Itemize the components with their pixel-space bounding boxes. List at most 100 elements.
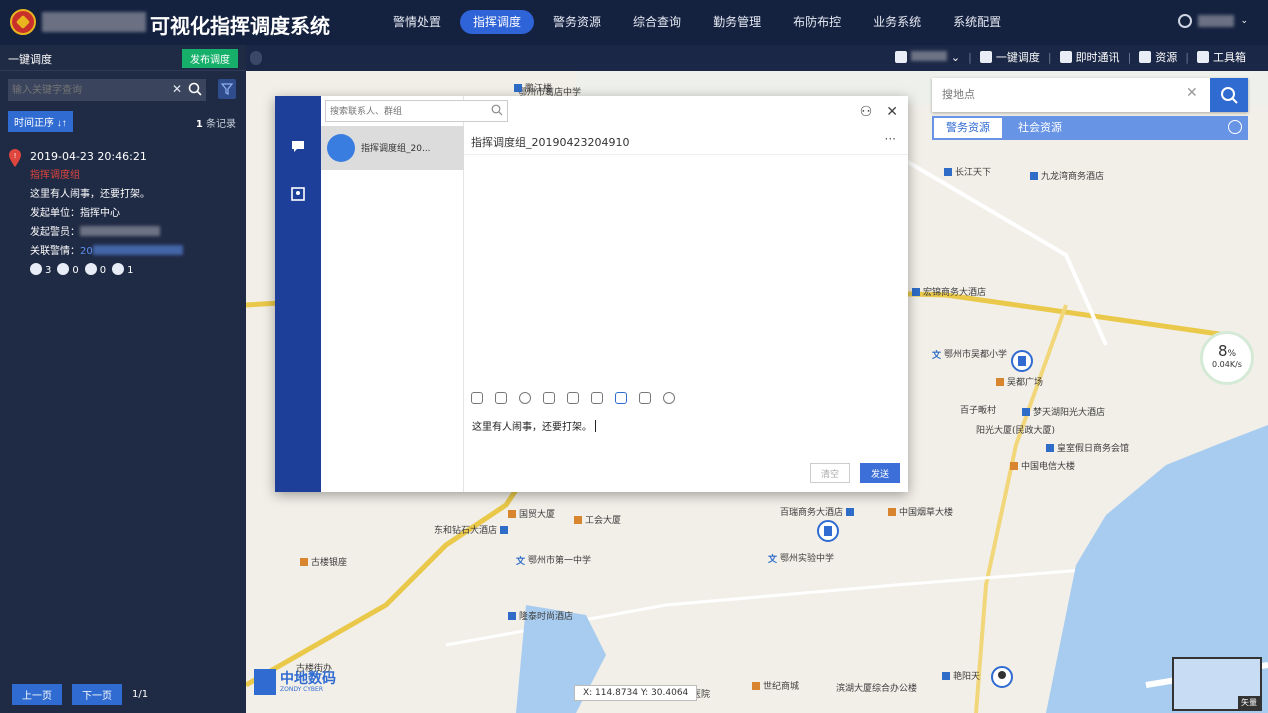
text-caret: [595, 420, 596, 432]
one-key-dispatch-tool[interactable]: 一键调度: [979, 49, 1040, 65]
search-icon[interactable]: [491, 104, 503, 116]
screenshot-icon[interactable]: [495, 392, 507, 404]
nav-item-duty-management[interactable]: 勤务管理: [700, 10, 774, 34]
zondy-mark-icon: [254, 669, 276, 695]
nav-item-business-system[interactable]: 业务系统: [860, 10, 934, 34]
map-label: 文鄂州市吴都小学: [932, 350, 1008, 361]
network-speed-gauge: 8% 0.04K/s: [1200, 331, 1254, 385]
add-member-icon[interactable]: ⚇: [860, 104, 873, 120]
basemap-label: 矢量: [1238, 696, 1260, 709]
nav-item-command-dispatch[interactable]: 指挥调度: [460, 10, 535, 34]
contact-search-input[interactable]: [326, 101, 476, 121]
place-search-button[interactable]: [1210, 78, 1248, 112]
sort-time-button[interactable]: 时间正序 ↓↑: [8, 111, 73, 132]
contact-name: 指挥调度组_20...: [361, 144, 431, 154]
hand-icon: [979, 51, 992, 63]
basemap-switcher[interactable]: 矢量: [1172, 657, 1262, 711]
location-pin-icon: !: [9, 149, 21, 167]
phone-icon[interactable]: [591, 392, 603, 404]
redacted-region: [42, 12, 146, 32]
panel-header: 一键调度 发布调度: [0, 45, 246, 71]
close-icon[interactable]: ✕: [886, 104, 898, 120]
conversation-title: 指挥调度组_20190423204910: [471, 136, 630, 149]
clear-button[interactable]: 清空: [810, 463, 850, 483]
place-search: ✕: [932, 78, 1248, 112]
tab-police-resources[interactable]: 警务资源: [934, 118, 1002, 138]
user-menu[interactable]: ⌄: [1178, 14, 1248, 28]
app-title: 可视化指挥调度系统: [150, 14, 330, 38]
prev-page-button[interactable]: 上一页: [12, 684, 62, 705]
record-count: 1 条记录: [196, 115, 236, 130]
map-label: 吴都广场: [996, 375, 1043, 388]
nav-item-alarm-handling[interactable]: 警情处置: [380, 10, 454, 34]
toolbox-tool[interactable]: 工具箱: [1197, 49, 1246, 65]
event-unit-value: 指挥中心: [80, 208, 120, 219]
stat-radio: 0: [84, 261, 106, 280]
clear-icon[interactable]: ✕: [1186, 85, 1198, 101]
event-unit-label: 发起单位：: [30, 208, 80, 219]
toolbox-icon: [1197, 51, 1209, 63]
event-case-link[interactable]: 20: [80, 246, 93, 257]
more-options-icon[interactable]: ···: [885, 132, 896, 146]
nav-item-police-resources[interactable]: 警务资源: [540, 10, 614, 34]
map-label: 百子畈村: [960, 406, 997, 416]
event-time: 2019-04-23 20:46:21: [30, 150, 147, 163]
contacts-icon[interactable]: [290, 186, 306, 202]
group-avatar-icon: [327, 134, 355, 162]
contact-item[interactable]: 指挥调度组_20...: [321, 126, 464, 170]
message-input-text: 这里有人闹事，还要打架。: [472, 422, 592, 433]
next-page-button[interactable]: 下一页: [72, 684, 122, 705]
dispatch-event-card[interactable]: ! 2019-04-23 20:46:21 指挥调度组 这里有人闹事，还要打架。…: [8, 147, 238, 280]
stat-officer: 1: [112, 261, 134, 280]
zondy-logo: 中地数码 ZONDY CYBER: [254, 669, 336, 695]
police-marker-icon[interactable]: [1010, 349, 1034, 373]
map-label: 皇室假日商务会馆: [1046, 441, 1129, 454]
map-toolbar: ⌄ | 一键调度 | 即时通讯 | 资源 | 工具箱: [246, 45, 1268, 71]
redacted-username: [1198, 15, 1235, 27]
nav-item-query[interactable]: 综合查询: [620, 10, 694, 34]
officer-icon: [112, 263, 125, 275]
clear-icon[interactable]: ✕: [172, 82, 182, 96]
keyword-search-input[interactable]: [8, 79, 168, 101]
main-nav: 警情处置 指挥调度 警务资源 综合查询 勤务管理 布防布控 业务系统 系统配置: [380, 10, 1020, 34]
chat-bubble-icon[interactable]: [290, 138, 306, 154]
resource-tool[interactable]: 资源: [1139, 49, 1177, 65]
map-label: 文鄂州实验中学: [768, 554, 835, 565]
airplane-icon[interactable]: [639, 392, 651, 404]
map-label: 宏锦商务大酒店: [912, 285, 986, 298]
tab-social-resources[interactable]: 社会资源: [1006, 116, 1074, 140]
nav-item-deployment[interactable]: 布防布控: [780, 10, 854, 34]
image-icon[interactable]: [543, 392, 555, 404]
org-selector[interactable]: ⌄: [895, 50, 960, 64]
map-label: 阳光大厦(民政大厦): [976, 426, 1056, 436]
map-label: 中国烟草大楼: [888, 505, 953, 518]
collapse-panel-button[interactable]: [250, 51, 262, 65]
cut-icon[interactable]: [567, 392, 579, 404]
place-search-input[interactable]: [940, 86, 1170, 104]
police-marker-icon[interactable]: [816, 519, 840, 543]
search-icon[interactable]: [188, 82, 202, 96]
record-count-value: 1: [195, 119, 203, 130]
close-circle-icon[interactable]: [1228, 120, 1242, 134]
send-button[interactable]: 发送: [860, 463, 900, 483]
contact-list: 指挥调度组_20...: [321, 96, 508, 492]
map-label: 国贸大厦: [508, 507, 555, 520]
resource-tabs: 警务资源 社会资源: [932, 116, 1248, 140]
map-label: 鹏江楼: [514, 81, 552, 94]
layers-icon: [1139, 51, 1152, 63]
voice-icon[interactable]: [663, 392, 675, 404]
filter-button[interactable]: [218, 79, 236, 99]
gauge-unit: %: [1227, 349, 1237, 359]
record-count-suffix: 条记录: [206, 119, 236, 130]
message-input[interactable]: 这里有人闹事，还要打架。: [472, 418, 596, 433]
officer-marker-icon[interactable]: [990, 665, 1014, 689]
instant-messaging-tool[interactable]: 即时通讯: [1059, 49, 1120, 65]
nav-item-system-config[interactable]: 系统配置: [940, 10, 1014, 34]
dispatch-panel: 一键调度 发布调度 ✕ 时间正序 ↓↑ 1 条记录 ! 2019-04-23 2…: [0, 45, 246, 713]
map-label: 中国电信大楼: [1010, 459, 1075, 472]
emoji-icon[interactable]: [519, 392, 531, 404]
event-unit: 发起单位：指挥中心: [8, 204, 238, 223]
publish-dispatch-button[interactable]: 发布调度: [182, 49, 238, 68]
message-icon[interactable]: [615, 392, 627, 404]
link-icon[interactable]: [471, 392, 483, 404]
